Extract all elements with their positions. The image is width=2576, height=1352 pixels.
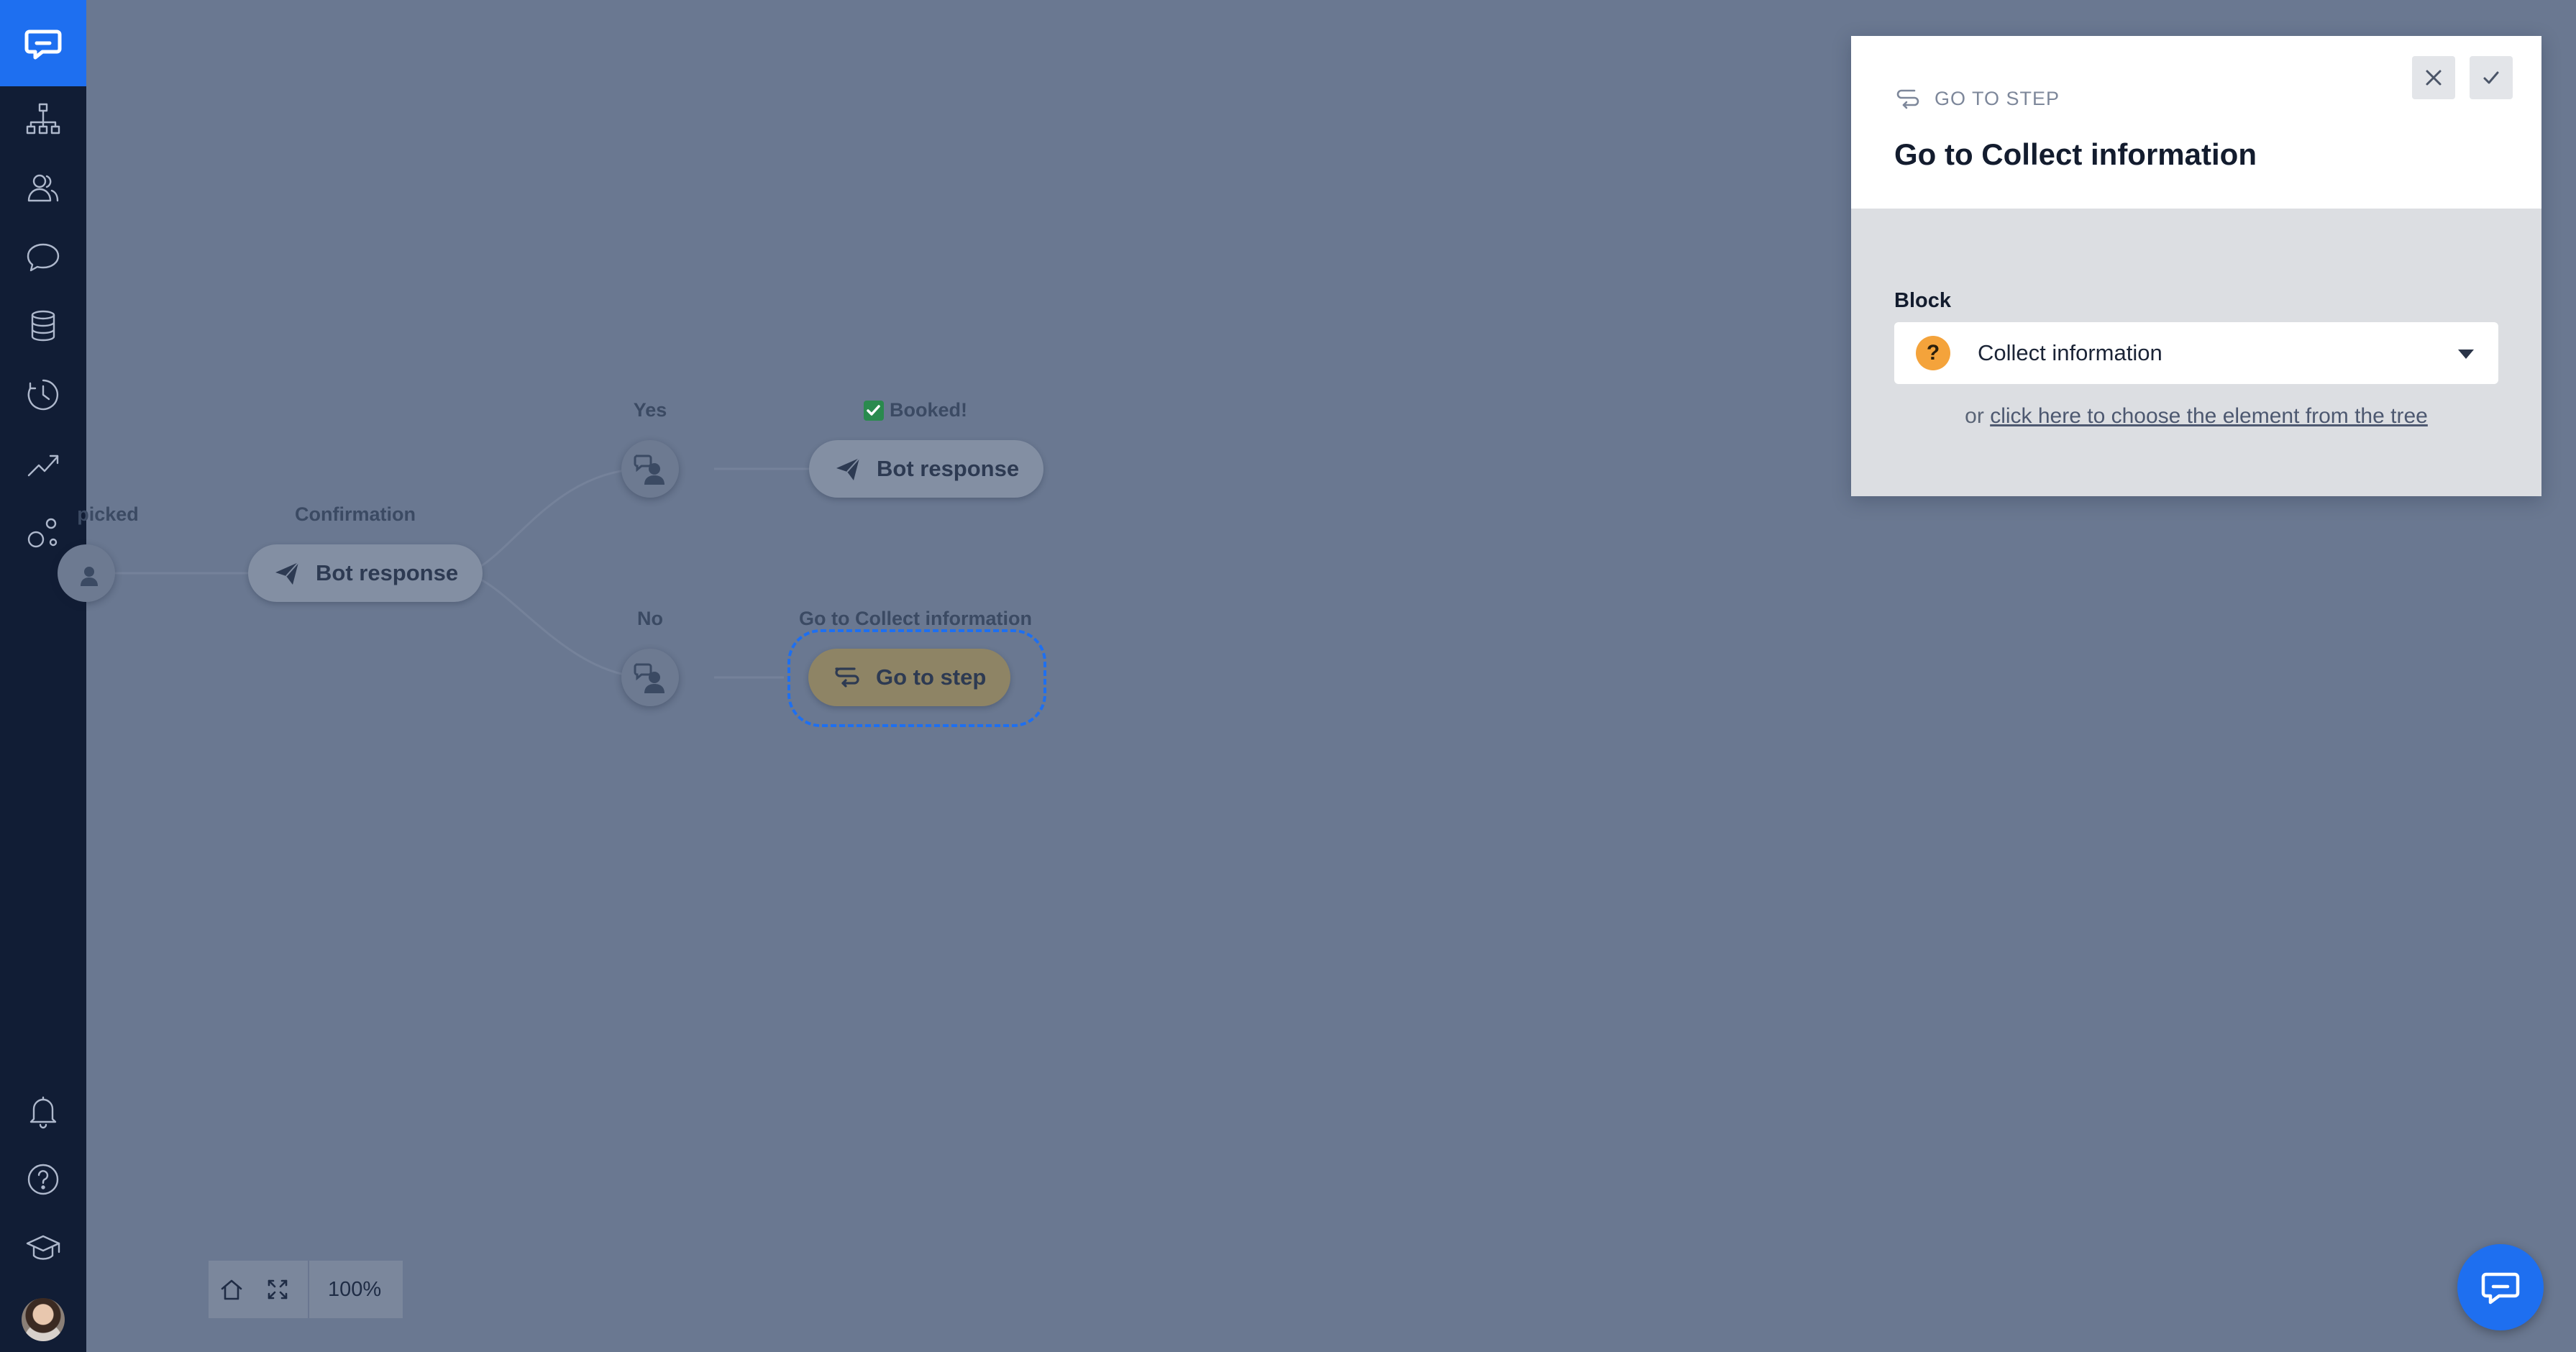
go-to-step-label: Go to step [876,664,987,690]
panel-title: Go to Collect information [1894,137,2257,171]
chat-bubble-icon[interactable] [22,235,65,278]
go-to-step-icon [1896,89,1919,109]
chat-launcher-button[interactable] [2457,1244,2544,1330]
go-to-step-icon [835,667,859,688]
flow-tree-icon[interactable] [22,97,65,140]
user-input-node-yes[interactable] [621,440,679,498]
go-to-step-node[interactable]: Go to step [808,649,1011,706]
block-select[interactable]: ? Collect information [1894,322,2498,384]
question-block-icon: ? [1916,336,1950,370]
send-icon [836,457,860,480]
app-logo-icon[interactable] [0,0,86,86]
user-input-node-no[interactable] [621,649,679,706]
flow-label-no: No [637,608,663,629]
hint-prefix: or [1965,404,1984,428]
bell-icon[interactable] [22,1089,65,1132]
bot-response-node[interactable]: Bot response [248,544,483,602]
flow-label-confirmation: Confirmation [295,503,416,525]
graduation-cap-icon[interactable] [22,1227,65,1270]
users-icon[interactable] [22,166,65,209]
history-clock-icon[interactable] [22,373,65,416]
fit-screen-icon[interactable] [255,1261,301,1318]
avatar[interactable] [22,1298,65,1341]
user-input-node[interactable] [58,544,115,602]
close-button[interactable] [2412,56,2455,99]
block-field-label: Block [1894,289,1951,312]
database-icon[interactable] [22,304,65,347]
chevron-down-icon [2458,350,2474,359]
choose-from-tree-link[interactable]: click here to choose the element from th… [1990,404,2428,428]
bot-response-label: Bot response [877,456,1020,481]
bot-response-node-booked[interactable]: Bot response [809,440,1044,498]
zoom-level[interactable]: 100% [309,1278,381,1302]
panel-kind-label: GO TO STEP [1935,87,2060,109]
bot-response-label: Bot response [316,560,459,585]
analytics-trend-icon[interactable] [22,442,65,485]
chat-icon [2481,1272,2520,1305]
sidebar [0,0,86,1352]
close-icon [2426,70,2442,86]
flow-label-yes: Yes [633,399,667,421]
help-icon[interactable] [22,1158,65,1201]
go-to-step-panel: GO TO STEP Go to Collect information Blo… [1851,36,2541,496]
zoom-toolbar: 100% [209,1261,403,1318]
block-select-value: Collect information [1978,340,2162,365]
flow-label-picked: picked [77,503,139,525]
confirm-button[interactable] [2470,56,2513,99]
flow-label-go-to-collect: Go to Collect information [799,608,1032,629]
home-icon[interactable] [209,1261,255,1318]
booked-label-text: Booked! [890,399,967,421]
user-chat-icon [634,455,664,485]
check-icon [2483,71,2499,84]
check-badge-icon [864,400,884,421]
flow-label-booked: Booked! [864,399,967,421]
panel-kind: GO TO STEP [1894,85,2060,112]
integrations-icon[interactable] [22,511,65,554]
user-chat-icon [634,663,664,693]
panel-header: GO TO STEP Go to Collect information [1851,36,2541,209]
tree-hint: or click here to choose the element from… [1851,404,2541,429]
send-icon [275,562,299,585]
